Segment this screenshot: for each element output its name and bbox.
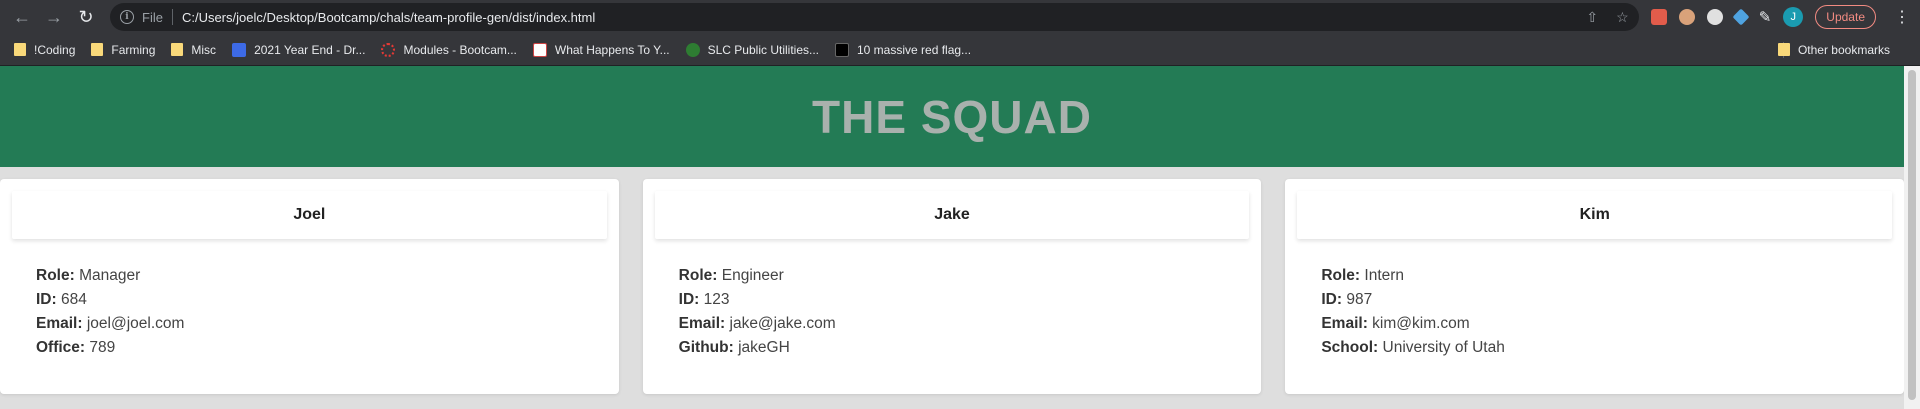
- bookmark-modules[interactable]: Modules - Bootcam...: [381, 42, 517, 57]
- employee-card: Joel Role: Manager ID: 684 Email: joel@j…: [0, 179, 619, 394]
- bookmarks-bar: !Coding Farming Misc 2021 Year End - Dr.…: [0, 34, 1920, 66]
- page-content: THE SQUAD Joel Role: Manager ID: 684 Ema…: [0, 66, 1920, 409]
- folder-icon: [1777, 43, 1790, 56]
- bookmark-label: Other bookmarks: [1797, 42, 1890, 57]
- address-bar[interactable]: i File C:/Users/joelc/Desktop/Bootcamp/c…: [110, 3, 1639, 31]
- browser-toolbar: ← → ↻ i File C:/Users/joelc/Desktop/Boot…: [0, 0, 1920, 34]
- card-body: Role: Intern ID: 987 Email: kim@kim.com …: [1321, 264, 1504, 360]
- page-header: THE SQUAD: [0, 66, 1904, 167]
- scrollbar[interactable]: [1904, 66, 1920, 409]
- field-label: Role:: [678, 267, 718, 284]
- url-text[interactable]: C:/Users/joelc/Desktop/Bootcamp/chals/te…: [182, 10, 1586, 25]
- field-label: Office:: [36, 339, 86, 356]
- role-row: Role: Intern: [1321, 264, 1504, 288]
- modules-icon: [381, 42, 396, 57]
- folder-icon: [91, 43, 104, 56]
- site-icon: [532, 42, 547, 57]
- bookmark-what-happens[interactable]: What Happens To Y...: [532, 42, 670, 57]
- scrollbar-thumb[interactable]: [1908, 70, 1916, 400]
- field-label: School:: [1321, 339, 1379, 356]
- avatar[interactable]: J: [1783, 7, 1804, 27]
- menu-dots-icon[interactable]: ⋮: [1894, 7, 1910, 27]
- field-label: ID:: [36, 291, 57, 308]
- school-row: School: University of Utah: [1321, 336, 1504, 360]
- github-link[interactable]: jakeGH: [738, 339, 790, 356]
- slc-icon: [685, 42, 700, 57]
- star-icon[interactable]: ☆: [1616, 9, 1629, 26]
- field-label: Email:: [1321, 315, 1368, 332]
- folder-icon: [14, 43, 26, 56]
- github-row: Github: jakeGH: [679, 336, 836, 360]
- bookmark-year-end[interactable]: 2021 Year End - Dr...: [232, 42, 366, 57]
- puzzle-icon[interactable]: ✎: [1759, 8, 1772, 26]
- bookmark-label: Modules - Bootcam...: [403, 42, 517, 57]
- email-row: Email: kim@kim.com: [1321, 312, 1504, 336]
- employee-card: Jake Role: Engineer ID: 123 Email: jake@…: [642, 179, 1262, 394]
- field-value: 789: [89, 339, 116, 356]
- card-name: Joel: [12, 191, 607, 239]
- field-label: Email:: [678, 315, 726, 332]
- info-icon[interactable]: i: [120, 10, 134, 24]
- id-row: ID: 123: [679, 288, 836, 312]
- extension-diamond-icon[interactable]: [1732, 8, 1750, 26]
- file-label: File: [142, 9, 163, 25]
- bookmark-red-flags[interactable]: 10 massive red flag...: [835, 42, 972, 57]
- card-name: Kim: [1297, 191, 1893, 239]
- field-value: Intern: [1364, 267, 1405, 284]
- back-arrow-icon[interactable]: ←: [8, 3, 36, 31]
- extension-face-icon[interactable]: [1678, 9, 1695, 25]
- field-value: Manager: [79, 267, 141, 284]
- card-body: Role: Manager ID: 684 Email: joel@joel.c…: [36, 264, 184, 360]
- forward-arrow-icon[interactable]: →: [40, 3, 68, 31]
- field-label: ID:: [678, 291, 700, 308]
- card-body: Role: Engineer ID: 123 Email: jake@jake.…: [679, 264, 836, 360]
- extension-circle-icon[interactable]: [1706, 9, 1723, 25]
- role-row: Role: Manager: [36, 264, 184, 288]
- email-row: Email: joel@joel.com: [36, 312, 184, 336]
- id-row: ID: 684: [36, 288, 184, 312]
- field-label: Role:: [36, 267, 75, 284]
- email-row: Email: jake@jake.com: [679, 312, 836, 336]
- other-bookmarks[interactable]: Other bookmarks: [1777, 42, 1890, 57]
- field-label: Email:: [36, 315, 83, 332]
- extension-video-icon[interactable]: [1650, 9, 1667, 25]
- bookmark-coding[interactable]: !Coding: [14, 43, 75, 57]
- field-label: Role:: [1321, 267, 1361, 284]
- page-title: THE SQUAD: [812, 90, 1092, 143]
- employee-card: Kim Role: Intern ID: 987 Email: kim@kim.…: [1285, 179, 1905, 394]
- folder-icon: [171, 43, 184, 56]
- field-value: University of Utah: [1382, 339, 1505, 356]
- field-value: 123: [703, 291, 730, 308]
- bookmark-misc[interactable]: Misc: [171, 43, 216, 57]
- field-value: 987: [1346, 291, 1373, 308]
- field-value: Engineer: [721, 267, 784, 284]
- email-link[interactable]: jake@jake.com: [730, 315, 836, 332]
- bookmark-label: What Happens To Y...: [554, 42, 670, 57]
- team-cards: Joel Role: Manager ID: 684 Email: joel@j…: [0, 167, 1920, 394]
- bookmark-label: 10 massive red flag...: [857, 42, 972, 57]
- video-icon: [835, 42, 849, 57]
- email-link[interactable]: kim@kim.com: [1372, 315, 1470, 332]
- bookmark-slc[interactable]: SLC Public Utilities...: [685, 42, 819, 57]
- card-name: Jake: [654, 191, 1250, 239]
- divider: [171, 9, 173, 25]
- update-button[interactable]: Update: [1815, 5, 1876, 29]
- reload-icon[interactable]: ↻: [72, 3, 100, 31]
- email-link[interactable]: joel@joel.com: [87, 315, 185, 332]
- bookmark-label: Misc: [191, 42, 217, 57]
- dropbox-icon: [232, 42, 247, 57]
- bookmark-label: Farming: [111, 42, 156, 57]
- bookmark-label: SLC Public Utilities...: [707, 42, 819, 57]
- field-value: 684: [60, 291, 87, 308]
- bookmark-farming[interactable]: Farming: [91, 43, 155, 57]
- bookmark-label: 2021 Year End - Dr...: [254, 42, 366, 57]
- role-row: Role: Engineer: [679, 264, 836, 288]
- field-label: Github:: [678, 339, 734, 356]
- office-row: Office: 789: [36, 336, 184, 360]
- field-label: ID:: [1321, 291, 1343, 308]
- id-row: ID: 987: [1321, 288, 1504, 312]
- share-icon[interactable]: ⇧: [1586, 9, 1598, 26]
- bookmark-label: !Coding: [34, 42, 76, 57]
